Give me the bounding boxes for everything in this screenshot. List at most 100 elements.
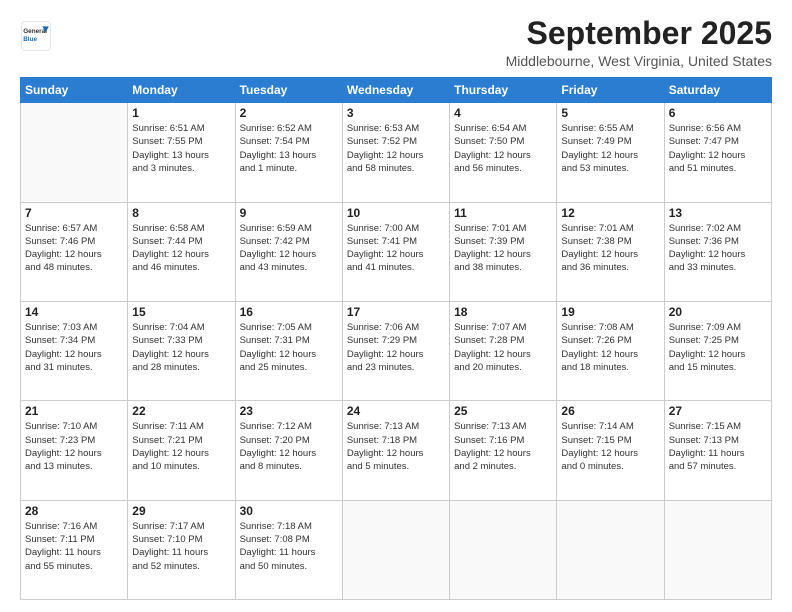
- day-info: Sunrise: 7:06 AMSunset: 7:29 PMDaylight:…: [347, 321, 445, 374]
- day-info: Sunrise: 7:01 AMSunset: 7:38 PMDaylight:…: [561, 222, 659, 275]
- day-number: 28: [25, 504, 123, 518]
- day-number: 23: [240, 404, 338, 418]
- calendar-cell: 13Sunrise: 7:02 AMSunset: 7:36 PMDayligh…: [664, 202, 771, 301]
- calendar-cell: 21 Sunrise: 7:10 AMSunset: 7:23 PMDayligh…: [21, 401, 128, 500]
- day-info: Sunrise: 7:15 AMSunset: 7:13 PMDaylight:…: [669, 420, 767, 473]
- calendar-cell: 19 Sunrise: 7:08 AMSunset: 7:26 PMDayligh…: [557, 301, 664, 400]
- svg-text:General: General: [23, 28, 47, 35]
- day-number: 22: [132, 404, 230, 418]
- calendar-cell: 2Sunrise: 6:52 AMSunset: 7:54 PMDaylight…: [235, 103, 342, 202]
- header-thursday: Thursday: [450, 78, 557, 103]
- calendar-table: Sunday Monday Tuesday Wednesday Thursday…: [20, 77, 772, 600]
- calendar-cell: [21, 103, 128, 202]
- day-info: Sunrise: 7:14 AMSunset: 7:15 PMDaylight:…: [561, 420, 659, 473]
- day-number: 5: [561, 106, 659, 120]
- location: Middlebourne, West Virginia, United Stat…: [506, 53, 772, 69]
- week-row-2: 14 Sunrise: 7:03 AMSunset: 7:34 PMDayligh…: [21, 301, 772, 400]
- day-number: 19: [561, 305, 659, 319]
- calendar-cell: [664, 500, 771, 599]
- day-number: 18: [454, 305, 552, 319]
- day-number: 21: [25, 404, 123, 418]
- day-number: 12: [561, 206, 659, 220]
- calendar-cell: 25 Sunrise: 7:13 AMSunset: 7:16 PMDayligh…: [450, 401, 557, 500]
- calendar-cell: 16 Sunrise: 7:05 AMSunset: 7:31 PMDayligh…: [235, 301, 342, 400]
- day-number: 11: [454, 206, 552, 220]
- day-info: Sunrise: 6:56 AMSunset: 7:47 PMDaylight:…: [669, 122, 767, 175]
- day-info: Sunrise: 6:59 AMSunset: 7:42 PMDaylight:…: [240, 222, 338, 275]
- calendar-cell: 1 Sunrise: 6:51 AMSunset: 7:55 PMDaylight…: [128, 103, 235, 202]
- day-number: 14: [25, 305, 123, 319]
- calendar-cell: 28 Sunrise: 7:16 AMSunset: 7:11 PMDayligh…: [21, 500, 128, 599]
- day-info: Sunrise: 7:10 AMSunset: 7:23 PMDaylight:…: [25, 420, 123, 473]
- logo-icon: General Blue: [20, 20, 52, 52]
- calendar-cell: 23 Sunrise: 7:12 AMSunset: 7:20 PMDayligh…: [235, 401, 342, 500]
- day-info: Sunrise: 7:13 AMSunset: 7:16 PMDaylight:…: [454, 420, 552, 473]
- day-info: Sunrise: 7:08 AMSunset: 7:26 PMDaylight:…: [561, 321, 659, 374]
- header-friday: Friday: [557, 78, 664, 103]
- day-number: 8: [132, 206, 230, 220]
- calendar-cell: 3 Sunrise: 6:53 AMSunset: 7:52 PMDaylight…: [342, 103, 449, 202]
- calendar-cell: 18 Sunrise: 7:07 AMSunset: 7:28 PMDayligh…: [450, 301, 557, 400]
- day-number: 25: [454, 404, 552, 418]
- day-number: 6: [669, 106, 767, 120]
- calendar-cell: 26 Sunrise: 7:14 AMSunset: 7:15 PMDayligh…: [557, 401, 664, 500]
- calendar-cell: 12 Sunrise: 7:01 AMSunset: 7:38 PMDayligh…: [557, 202, 664, 301]
- day-info: Sunrise: 7:11 AMSunset: 7:21 PMDaylight:…: [132, 420, 230, 473]
- day-info: Sunrise: 6:53 AMSunset: 7:52 PMDaylight:…: [347, 122, 445, 175]
- day-info: Sunrise: 6:54 AMSunset: 7:50 PMDaylight:…: [454, 122, 552, 175]
- calendar-cell: 30Sunrise: 7:18 AMSunset: 7:08 PMDayligh…: [235, 500, 342, 599]
- calendar-cell: 8Sunrise: 6:58 AMSunset: 7:44 PMDaylight…: [128, 202, 235, 301]
- day-number: 13: [669, 206, 767, 220]
- header-sunday: Sunday: [21, 78, 128, 103]
- svg-text:Blue: Blue: [23, 36, 37, 43]
- day-number: 10: [347, 206, 445, 220]
- day-number: 26: [561, 404, 659, 418]
- day-info: Sunrise: 7:00 AMSunset: 7:41 PMDaylight:…: [347, 222, 445, 275]
- calendar-cell: 9 Sunrise: 6:59 AMSunset: 7:42 PMDaylight…: [235, 202, 342, 301]
- day-info: Sunrise: 7:03 AMSunset: 7:34 PMDaylight:…: [25, 321, 123, 374]
- day-info: Sunrise: 7:16 AMSunset: 7:11 PMDaylight:…: [25, 520, 123, 573]
- week-row-0: 1 Sunrise: 6:51 AMSunset: 7:55 PMDaylight…: [21, 103, 772, 202]
- calendar-cell: [557, 500, 664, 599]
- day-info: Sunrise: 7:13 AMSunset: 7:18 PMDaylight:…: [347, 420, 445, 473]
- day-info: Sunrise: 7:12 AMSunset: 7:20 PMDaylight:…: [240, 420, 338, 473]
- week-row-1: 7 Sunrise: 6:57 AMSunset: 7:46 PMDaylight…: [21, 202, 772, 301]
- header-tuesday: Tuesday: [235, 78, 342, 103]
- calendar-cell: 14 Sunrise: 7:03 AMSunset: 7:34 PMDayligh…: [21, 301, 128, 400]
- day-info: Sunrise: 6:57 AMSunset: 7:46 PMDaylight:…: [25, 222, 123, 275]
- day-number: 3: [347, 106, 445, 120]
- calendar-cell: 11 Sunrise: 7:01 AMSunset: 7:39 PMDayligh…: [450, 202, 557, 301]
- day-number: 9: [240, 206, 338, 220]
- calendar-cell: 17 Sunrise: 7:06 AMSunset: 7:29 PMDayligh…: [342, 301, 449, 400]
- day-number: 4: [454, 106, 552, 120]
- calendar-cell: 15Sunrise: 7:04 AMSunset: 7:33 PMDayligh…: [128, 301, 235, 400]
- day-number: 16: [240, 305, 338, 319]
- day-info: Sunrise: 7:07 AMSunset: 7:28 PMDaylight:…: [454, 321, 552, 374]
- day-info: Sunrise: 6:51 AMSunset: 7:55 PMDaylight:…: [132, 122, 230, 175]
- day-info: Sunrise: 7:09 AMSunset: 7:25 PMDaylight:…: [669, 321, 767, 374]
- calendar-cell: 7 Sunrise: 6:57 AMSunset: 7:46 PMDaylight…: [21, 202, 128, 301]
- calendar-cell: 10 Sunrise: 7:00 AMSunset: 7:41 PMDayligh…: [342, 202, 449, 301]
- day-number: 17: [347, 305, 445, 319]
- day-info: Sunrise: 7:17 AMSunset: 7:10 PMDaylight:…: [132, 520, 230, 573]
- day-info: Sunrise: 7:05 AMSunset: 7:31 PMDaylight:…: [240, 321, 338, 374]
- day-number: 1: [132, 106, 230, 120]
- week-row-4: 28 Sunrise: 7:16 AMSunset: 7:11 PMDayligh…: [21, 500, 772, 599]
- header-wednesday: Wednesday: [342, 78, 449, 103]
- day-number: 24: [347, 404, 445, 418]
- calendar-cell: 22 Sunrise: 7:11 AMSunset: 7:21 PMDayligh…: [128, 401, 235, 500]
- page: General Blue September 2025 Middlebourne…: [0, 0, 792, 612]
- day-info: Sunrise: 6:52 AMSunset: 7:54 PMDaylight:…: [240, 122, 338, 175]
- day-number: 20: [669, 305, 767, 319]
- calendar-cell: [342, 500, 449, 599]
- day-info: Sunrise: 6:55 AMSunset: 7:49 PMDaylight:…: [561, 122, 659, 175]
- calendar-cell: 20 Sunrise: 7:09 AMSunset: 7:25 PMDayligh…: [664, 301, 771, 400]
- calendar-cell: 5 Sunrise: 6:55 AMSunset: 7:49 PMDaylight…: [557, 103, 664, 202]
- day-info: Sunrise: 7:01 AMSunset: 7:39 PMDaylight:…: [454, 222, 552, 275]
- day-info: Sunrise: 7:04 AMSunset: 7:33 PMDaylight:…: [132, 321, 230, 374]
- header-saturday: Saturday: [664, 78, 771, 103]
- calendar-cell: 6 Sunrise: 6:56 AMSunset: 7:47 PMDaylight…: [664, 103, 771, 202]
- day-number: 7: [25, 206, 123, 220]
- calendar-cell: 29Sunrise: 7:17 AMSunset: 7:10 PMDayligh…: [128, 500, 235, 599]
- day-number: 30: [240, 504, 338, 518]
